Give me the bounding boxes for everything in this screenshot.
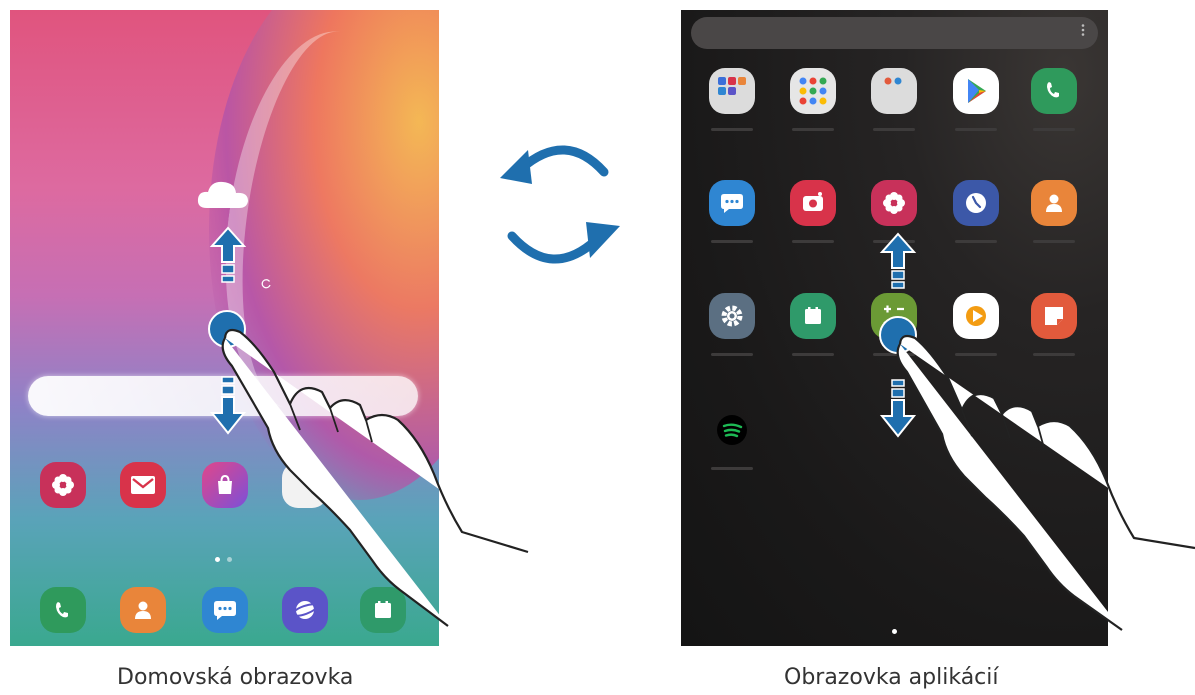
internet-icon[interactable] <box>282 587 328 633</box>
widget-icon[interactable] <box>282 462 328 508</box>
finder-search-bar[interactable] <box>691 17 1098 49</box>
notes-icon[interactable] <box>1031 293 1077 339</box>
page-indicator-active <box>215 557 220 562</box>
app-label <box>711 467 753 470</box>
more-vertical-icon[interactable] <box>1081 24 1085 36</box>
cloud-icon[interactable] <box>195 178 251 210</box>
app-label <box>955 128 997 131</box>
apps-screen-caption: Obrazovka aplikácií <box>784 665 999 690</box>
app-label <box>1033 240 1075 243</box>
gallery-icon[interactable] <box>871 180 917 226</box>
page-indicator-inactive <box>227 557 232 562</box>
app-label <box>711 240 753 243</box>
app-label <box>711 353 753 356</box>
refresh-icon[interactable] <box>260 278 272 290</box>
apps-screen <box>681 10 1108 646</box>
app-label <box>955 240 997 243</box>
gallery-icon[interactable] <box>40 462 86 508</box>
calendar-icon[interactable] <box>360 587 406 633</box>
home-screen-caption: Domovská obrazovka <box>117 665 354 690</box>
phone-icon[interactable] <box>1031 68 1077 114</box>
camera-icon[interactable] <box>790 180 836 226</box>
play-music-icon[interactable] <box>953 293 999 339</box>
app-label <box>955 353 997 356</box>
app-label <box>873 240 915 243</box>
app-label <box>792 240 834 243</box>
spotify-icon[interactable] <box>709 407 755 453</box>
contacts-icon[interactable] <box>1031 180 1077 226</box>
calculator-icon[interactable] <box>871 293 917 339</box>
page-indicator-active <box>892 629 897 634</box>
search-bar[interactable] <box>28 376 418 416</box>
samsung-folder-icon[interactable] <box>709 68 755 114</box>
play-store-icon[interactable] <box>953 68 999 114</box>
google-folder-icon[interactable] <box>790 68 836 114</box>
microsoft-folder-icon[interactable] <box>871 68 917 114</box>
app-label <box>1033 128 1075 131</box>
app-label <box>792 128 834 131</box>
galaxy-store-icon[interactable] <box>202 462 248 508</box>
calendar-icon[interactable] <box>790 293 836 339</box>
app-label <box>873 353 915 356</box>
email-icon[interactable] <box>120 462 166 508</box>
messages-icon[interactable] <box>709 180 755 226</box>
app-label <box>1033 353 1075 356</box>
switch-arrows-icon <box>500 145 620 264</box>
phone-icon[interactable] <box>40 587 86 633</box>
home-screen <box>10 10 439 646</box>
app-label <box>711 128 753 131</box>
clock-icon[interactable] <box>953 180 999 226</box>
app-label <box>792 353 834 356</box>
contacts-icon[interactable] <box>120 587 166 633</box>
messages-icon[interactable] <box>202 587 248 633</box>
app-label <box>873 128 915 131</box>
settings-icon[interactable] <box>709 293 755 339</box>
